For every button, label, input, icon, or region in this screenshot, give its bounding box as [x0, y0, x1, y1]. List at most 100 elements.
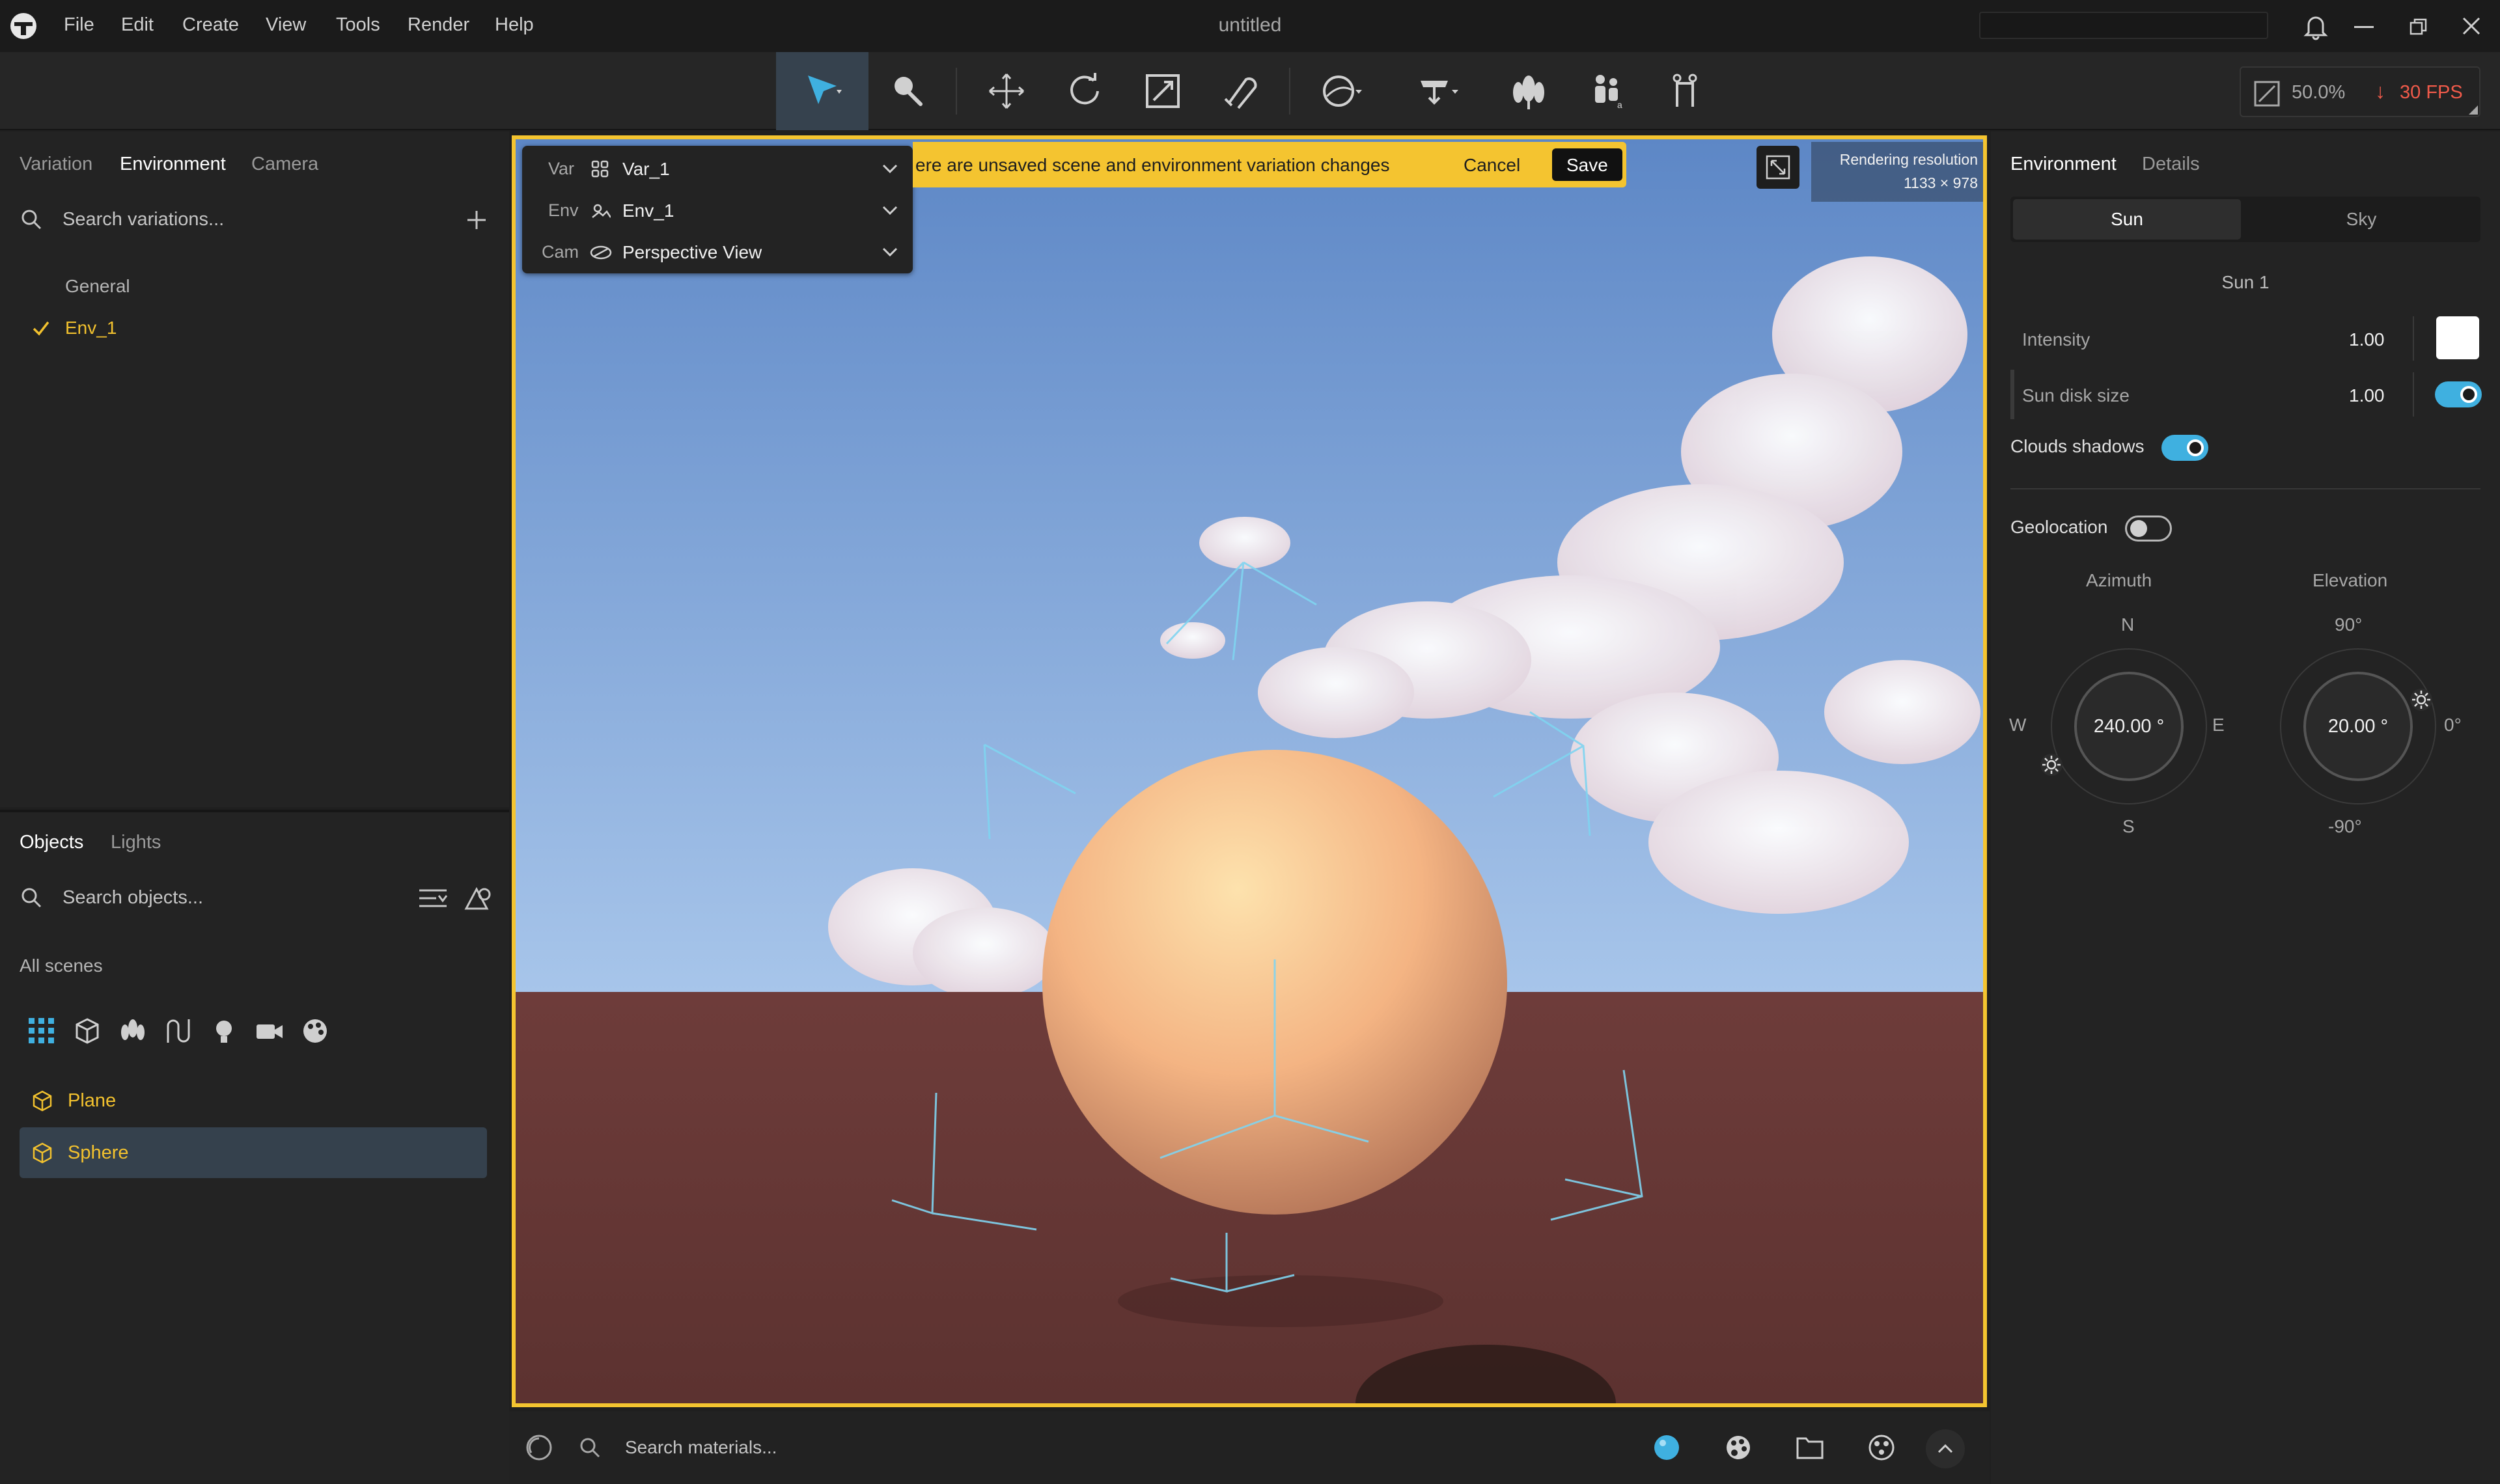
- paint-icon: [895, 77, 923, 106]
- search-icon: [580, 1438, 600, 1458]
- app-logo-icon[interactable]: [9, 12, 38, 40]
- geolocation-toggle[interactable]: [2125, 515, 2172, 542]
- search-icon: [21, 210, 42, 230]
- resolution-value: 1133 × 978: [1903, 174, 1978, 191]
- banner-text: ere are unsaved scene and environment va…: [915, 155, 1390, 175]
- intensity-label: Intensity: [2022, 329, 2090, 350]
- object-row-plane[interactable]: Plane: [20, 1075, 487, 1126]
- object-search-placeholder: Search objects...: [62, 886, 203, 908]
- people-tool[interactable]: a: [1568, 52, 1646, 130]
- zoom-fps-indicator[interactable]: 50.0% ↓ 30 FPS: [2240, 66, 2480, 117]
- var-value: Var_1: [622, 159, 670, 179]
- fullscreen-button[interactable]: [1757, 146, 1799, 189]
- tab-details[interactable]: Details: [2142, 154, 2200, 175]
- subtab-sky[interactable]: Sky: [2247, 199, 2475, 240]
- 3d-viewport[interactable]: Var Var_1 Env Env_1 Cam Perspective View…: [512, 135, 1987, 1407]
- sun-disk-toggle[interactable]: [2435, 381, 2482, 407]
- resolution-overlay: Rendering resolution 1133 × 978: [1811, 142, 1983, 202]
- move-tool[interactable]: [967, 52, 1046, 130]
- foliage-category-icon[interactable]: [118, 1017, 147, 1050]
- intensity-value[interactable]: 1.00: [2349, 329, 2385, 350]
- menu-help[interactable]: Help: [495, 14, 534, 36]
- shape-tool[interactable]: [1302, 52, 1380, 130]
- notification-icon[interactable]: [2301, 12, 2331, 46]
- foliage-tool[interactable]: [1490, 52, 1568, 130]
- stage-icon: [1421, 81, 1458, 105]
- title-search-field[interactable]: [1979, 12, 2268, 39]
- material-category-icon[interactable]: [301, 1017, 329, 1050]
- menu-render[interactable]: Render: [408, 14, 469, 36]
- menu-file[interactable]: File: [64, 14, 94, 36]
- divider: [2413, 316, 2414, 361]
- rig-tool[interactable]: [1646, 52, 1724, 130]
- subtab-sun-label: Sun: [2111, 209, 2143, 229]
- people-icon: a: [1595, 75, 1622, 110]
- select-tool[interactable]: [776, 52, 868, 130]
- var-selector[interactable]: Var Var_1: [522, 148, 913, 189]
- azimuth-dial[interactable]: 240.00 °: [2051, 648, 2207, 804]
- svg-text:a: a: [1617, 100, 1622, 110]
- scale-tool[interactable]: [1124, 52, 1202, 130]
- object-row-sphere[interactable]: Sphere: [20, 1127, 487, 1178]
- intensity-row: Intensity 1.00: [2010, 314, 2480, 363]
- paint-tool[interactable]: [868, 52, 947, 130]
- texture-icon[interactable]: [1867, 1433, 1896, 1462]
- tab-lights[interactable]: Lights: [111, 832, 161, 853]
- tab-camera[interactable]: Camera: [251, 154, 318, 175]
- menu-view[interactable]: View: [266, 14, 306, 36]
- stage-tool[interactable]: [1400, 52, 1478, 130]
- elevation-dial[interactable]: 20.00 °: [2280, 648, 2436, 804]
- save-button[interactable]: Save: [1552, 148, 1622, 181]
- menu-tools[interactable]: Tools: [336, 14, 380, 36]
- curve-category-icon[interactable]: [164, 1017, 193, 1050]
- geolocation-label: Geolocation: [2010, 517, 2108, 537]
- shapes-icon[interactable]: [464, 884, 492, 917]
- azimuth-south: S: [2122, 816, 2135, 836]
- close-icon[interactable]: [2461, 16, 2482, 41]
- variation-search[interactable]: Search variations...: [20, 197, 495, 242]
- title-bar: File Edit Create View Tools Render Help …: [0, 0, 2500, 52]
- menu-edit[interactable]: Edit: [121, 14, 154, 36]
- cube-icon: [33, 1090, 52, 1112]
- search-icon: [21, 888, 42, 908]
- filter-icon[interactable]: [418, 885, 448, 916]
- expand-bar-button[interactable]: [1926, 1429, 1965, 1468]
- clouds-shadows-toggle[interactable]: [2161, 435, 2208, 461]
- sun-disk-value[interactable]: 1.00: [2349, 385, 2385, 406]
- camera-category-icon[interactable]: [255, 1017, 284, 1050]
- light-category-icon[interactable]: [210, 1017, 238, 1050]
- cam-selector[interactable]: Cam Perspective View: [522, 232, 913, 272]
- variation-item-env1[interactable]: Env_1: [31, 318, 117, 338]
- restore-icon[interactable]: [2409, 17, 2428, 41]
- palette-icon[interactable]: [1724, 1433, 1753, 1462]
- azimuth-label: Azimuth: [2086, 570, 2152, 590]
- add-variation-icon[interactable]: [465, 208, 488, 236]
- subtab-bar: Sun Sky: [2010, 197, 2480, 242]
- env-selector[interactable]: Env Env_1: [522, 190, 913, 230]
- azimuth-west: W: [2009, 715, 2027, 735]
- resize-grip-icon[interactable]: [2469, 105, 2478, 115]
- material-library-icon[interactable]: [525, 1433, 553, 1462]
- menu-create[interactable]: Create: [182, 14, 239, 36]
- mesh-category-icon[interactable]: [73, 1017, 102, 1050]
- material-search-input[interactable]: Search materials...: [625, 1437, 777, 1458]
- elevation-bottom: -90°: [2328, 816, 2362, 836]
- minimize-icon[interactable]: [2354, 26, 2374, 28]
- sun-color-swatch[interactable]: [2436, 316, 2479, 359]
- elevation-sun-handle-icon[interactable]: [2409, 687, 2434, 712]
- sphere-material-icon[interactable]: [1652, 1433, 1681, 1462]
- folder-icon[interactable]: [1796, 1435, 1824, 1461]
- snap-tool[interactable]: [1202, 52, 1280, 130]
- azimuth-sun-handle-icon[interactable]: [2039, 752, 2064, 777]
- tab-variation[interactable]: Variation: [20, 154, 92, 175]
- cancel-button[interactable]: Cancel: [1464, 155, 1520, 176]
- tab-environment-props[interactable]: Environment: [2010, 154, 2117, 175]
- camera-view-icon: [590, 245, 612, 260]
- tab-objects[interactable]: Objects: [20, 832, 83, 853]
- zoom-value: 50.0%: [2292, 82, 2346, 103]
- clouds-shadows-label: Clouds shadows: [2010, 436, 2145, 456]
- all-categories-icon[interactable]: [27, 1017, 56, 1050]
- rotate-tool[interactable]: [1046, 52, 1124, 130]
- tab-environment[interactable]: Environment: [120, 154, 226, 175]
- subtab-sun[interactable]: Sun: [2013, 199, 2241, 240]
